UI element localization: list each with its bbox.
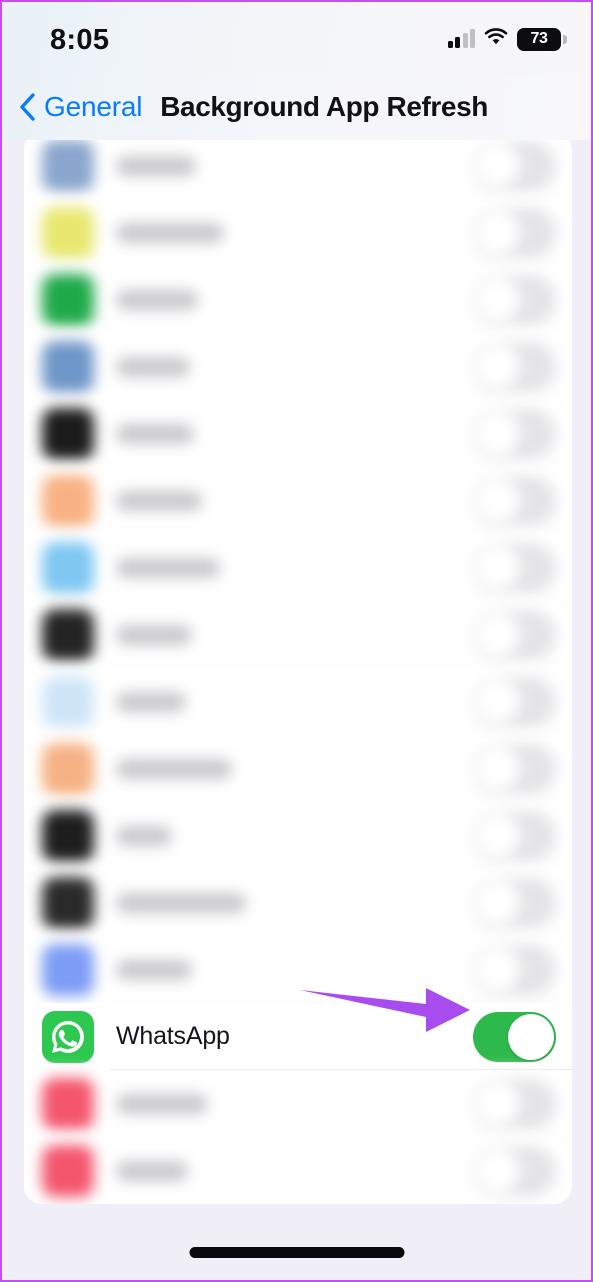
back-button[interactable]: General bbox=[18, 91, 142, 123]
app-row-11-toggle[interactable] bbox=[473, 810, 556, 861]
app-row-2-label bbox=[116, 222, 224, 243]
toggle-knob bbox=[475, 142, 521, 189]
app-row-3-toggle[interactable] bbox=[473, 274, 556, 325]
toggle-knob bbox=[475, 276, 521, 323]
app-row-5-app-icon bbox=[42, 407, 94, 460]
list-item-app-row-15[interactable] bbox=[24, 1070, 572, 1137]
status-indicators: 73 bbox=[447, 27, 567, 51]
back-button-label: General bbox=[44, 91, 143, 122]
app-row-8-label bbox=[116, 624, 192, 645]
app-row-10-toggle[interactable] bbox=[473, 743, 556, 794]
app-row-16-label bbox=[116, 1160, 188, 1181]
list-item-app-row-5[interactable] bbox=[24, 400, 572, 467]
app-row-9-label bbox=[116, 691, 186, 712]
app-row-15-app-icon bbox=[42, 1077, 94, 1130]
toggle-knob bbox=[475, 1147, 521, 1194]
app-row-12-toggle[interactable] bbox=[473, 877, 556, 928]
app-row-13-app-icon bbox=[42, 943, 94, 996]
app-row-8-app-icon bbox=[42, 608, 94, 661]
chevron-left-icon bbox=[20, 93, 35, 121]
navigation-bar: General Background App Refresh bbox=[2, 74, 591, 140]
app-row-11-app-icon bbox=[42, 809, 94, 862]
app-row-15-label bbox=[116, 1093, 208, 1114]
wifi-icon bbox=[484, 27, 508, 51]
app-row-7-app-icon bbox=[42, 541, 94, 594]
cellular-bars-icon bbox=[447, 29, 475, 48]
app-row-10-label bbox=[116, 758, 232, 779]
whatsapp-toggle[interactable] bbox=[473, 1011, 556, 1062]
app-row-11-label bbox=[116, 825, 172, 846]
toggle-knob bbox=[475, 812, 521, 859]
app-row-15-toggle[interactable] bbox=[473, 1078, 556, 1129]
app-row-6-app-icon bbox=[42, 474, 94, 527]
list-item-app-row-13[interactable] bbox=[24, 936, 572, 1003]
app-row-5-toggle[interactable] bbox=[473, 408, 556, 459]
toggle-knob bbox=[475, 879, 521, 926]
app-row-9-app-icon bbox=[42, 675, 94, 728]
list-item-app-row-9[interactable] bbox=[24, 668, 572, 735]
app-row-7-label bbox=[116, 557, 220, 578]
app-row-3-app-icon bbox=[42, 273, 94, 326]
app-row-16-toggle[interactable] bbox=[473, 1145, 556, 1196]
iphone-screen: WhatsApp 8:05 73 General Background App … bbox=[0, 0, 593, 1282]
list-item-app-row-12[interactable] bbox=[24, 869, 572, 936]
list-item-app-row-10[interactable] bbox=[24, 735, 572, 802]
app-row-13-label bbox=[116, 959, 192, 980]
app-row-6-toggle[interactable] bbox=[473, 475, 556, 526]
list-item-app-row-11[interactable] bbox=[24, 802, 572, 869]
battery-percent: 73 bbox=[530, 30, 548, 47]
app-row-13-toggle[interactable] bbox=[473, 944, 556, 995]
app-row-2-toggle[interactable] bbox=[473, 207, 556, 258]
app-refresh-list: WhatsApp bbox=[24, 132, 572, 1204]
toggle-knob bbox=[475, 410, 521, 457]
app-row-9-toggle[interactable] bbox=[473, 676, 556, 727]
app-row-1-label bbox=[116, 155, 196, 176]
app-row-2-app-icon bbox=[42, 206, 94, 259]
app-row-3-label bbox=[116, 289, 198, 310]
list-item-app-row-8[interactable] bbox=[24, 601, 572, 668]
toggle-knob bbox=[475, 678, 521, 725]
toggle-knob bbox=[475, 1080, 521, 1127]
toggle-knob bbox=[475, 745, 521, 792]
list-item-app-row-7[interactable] bbox=[24, 534, 572, 601]
toggle-knob bbox=[475, 946, 521, 993]
app-row-7-toggle[interactable] bbox=[473, 542, 556, 593]
home-indicator bbox=[189, 1247, 404, 1258]
list-item-app-row-6[interactable] bbox=[24, 467, 572, 534]
toggle-knob bbox=[475, 209, 521, 256]
toggle-knob bbox=[508, 1013, 554, 1060]
app-row-8-toggle[interactable] bbox=[473, 609, 556, 660]
app-row-10-app-icon bbox=[42, 742, 94, 795]
app-row-1-toggle[interactable] bbox=[473, 140, 556, 191]
list-item-app-row-2[interactable] bbox=[24, 199, 572, 266]
toggle-knob bbox=[475, 544, 521, 591]
list-item-app-row-16[interactable] bbox=[24, 1137, 572, 1204]
app-row-12-label bbox=[116, 892, 246, 913]
status-bar: 8:05 73 bbox=[2, 2, 591, 74]
whatsapp-label: WhatsApp bbox=[116, 1022, 230, 1050]
toggle-knob bbox=[475, 611, 521, 658]
app-row-4-app-icon bbox=[42, 340, 94, 393]
whatsapp-app-icon bbox=[42, 1010, 94, 1063]
list-item-whatsapp[interactable]: WhatsApp bbox=[24, 1003, 572, 1070]
toggle-knob bbox=[475, 343, 521, 390]
list-item-app-row-3[interactable] bbox=[24, 266, 572, 333]
app-row-12-app-icon bbox=[42, 876, 94, 929]
app-row-4-toggle[interactable] bbox=[473, 341, 556, 392]
status-time: 8:05 bbox=[50, 24, 110, 56]
list-item-app-row-4[interactable] bbox=[24, 333, 572, 400]
list-item-app-row-1[interactable] bbox=[24, 132, 572, 199]
app-row-6-label bbox=[116, 490, 202, 511]
battery-icon: 73 bbox=[517, 27, 567, 51]
page-title: Background App Refresh bbox=[160, 91, 488, 122]
app-row-4-label bbox=[116, 356, 190, 377]
app-row-5-label bbox=[116, 423, 194, 444]
app-row-1-app-icon bbox=[42, 139, 94, 192]
app-row-16-app-icon bbox=[42, 1144, 94, 1197]
toggle-knob bbox=[475, 477, 521, 524]
